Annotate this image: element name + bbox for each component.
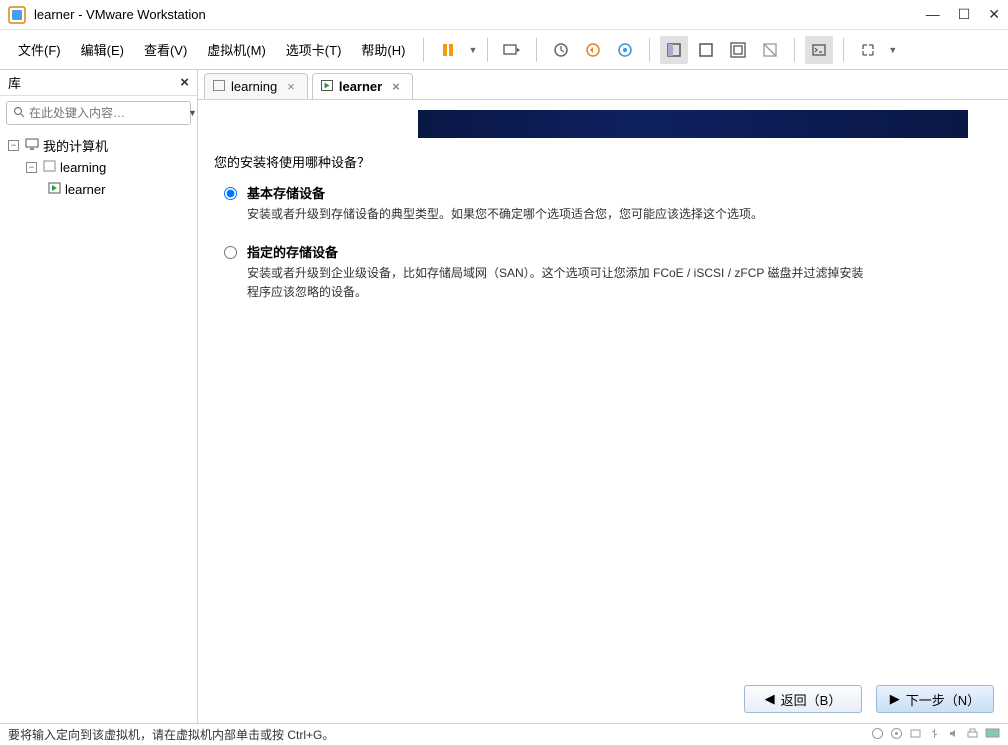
vm-off-icon bbox=[43, 160, 56, 175]
maximize-button[interactable]: ☐ bbox=[958, 6, 971, 23]
close-button[interactable]: ✕ bbox=[988, 6, 1000, 23]
tab-label: learning bbox=[231, 79, 277, 94]
tree-item-learner[interactable]: learner bbox=[4, 178, 193, 200]
menu-file[interactable]: 文件(F) bbox=[10, 36, 69, 63]
menubar: 文件(F) 编辑(E) 查看(V) 虚拟机(M) 选项卡(T) 帮助(H) ▼ bbox=[0, 30, 1008, 70]
printer-icon[interactable] bbox=[966, 727, 979, 743]
search-input[interactable] bbox=[29, 106, 184, 120]
window-controls: — ☐ ✕ bbox=[926, 6, 1000, 23]
view-single-button[interactable] bbox=[660, 36, 688, 64]
tree-collapse-icon[interactable]: − bbox=[26, 162, 37, 173]
stretch-button[interactable] bbox=[854, 36, 882, 64]
cd-icon[interactable] bbox=[890, 727, 903, 743]
separator bbox=[536, 38, 537, 62]
vm-running-icon bbox=[48, 182, 61, 197]
view-unity-button[interactable] bbox=[756, 36, 784, 64]
status-hint: 要将输入定向到该虚拟机，请在虚拟机内部单击或按 Ctrl+G。 bbox=[8, 726, 334, 743]
computer-icon bbox=[25, 138, 39, 153]
menu-vm[interactable]: 虚拟机(M) bbox=[199, 36, 274, 63]
vm-tabs: learning × learner × bbox=[198, 70, 1008, 100]
vm-content[interactable]: 您的安装将使用哪种设备？ 基本存储设备 安装或者升级到存储设备的典型类型。如果您… bbox=[198, 100, 1008, 723]
separator bbox=[487, 38, 488, 62]
search-dropdown[interactable]: ▼ bbox=[188, 108, 197, 118]
statusbar: 要将输入定向到该虚拟机，请在虚拟机内部单击或按 Ctrl+G。 bbox=[0, 723, 1008, 745]
radio-specialized-storage[interactable]: 指定的存储设备 安装或者升级到企业级设备，比如存储局域网（SAN）。这个选项可让… bbox=[224, 242, 968, 302]
tab-close-button[interactable]: × bbox=[392, 79, 400, 94]
menu-edit[interactable]: 编辑(E) bbox=[73, 36, 132, 63]
radio-description: 安装或者升级到企业级设备，比如存储局域网（SAN）。这个选项可让您添加 FCoE… bbox=[247, 264, 867, 302]
radio-label: 指定的存储设备 bbox=[247, 242, 867, 261]
search-box[interactable]: ▼ bbox=[6, 101, 191, 125]
sidebar: 库 × ▼ − 我的计算机 − learning learner bbox=[0, 70, 198, 723]
menu-help[interactable]: 帮助(H) bbox=[353, 36, 413, 63]
sound-icon[interactable] bbox=[947, 727, 960, 743]
next-button[interactable]: ▶ 下一步（N） bbox=[876, 685, 994, 713]
titlebar: learner - VMware Workstation — ☐ ✕ bbox=[0, 0, 1008, 30]
tab-close-button[interactable]: × bbox=[287, 79, 295, 94]
menu-tabs[interactable]: 选项卡(T) bbox=[278, 36, 350, 63]
arrow-left-icon: ◀ bbox=[765, 691, 775, 707]
radio-input-specialized[interactable] bbox=[224, 246, 237, 259]
snapshot-revert-button[interactable] bbox=[579, 36, 607, 64]
tree-collapse-icon[interactable]: − bbox=[8, 140, 19, 151]
display-icon[interactable] bbox=[985, 727, 1000, 743]
pause-button[interactable] bbox=[434, 36, 462, 64]
main-layout: 库 × ▼ − 我的计算机 − learning learner bbox=[0, 70, 1008, 723]
separator bbox=[843, 38, 844, 62]
tree-label: 我的计算机 bbox=[43, 136, 108, 155]
radio-description: 安装或者升级到存储设备的典型类型。如果您不确定哪个选项适合您，您可能应该选择这个… bbox=[247, 205, 763, 224]
vmware-app-icon bbox=[8, 6, 26, 24]
radio-input-basic[interactable] bbox=[224, 187, 237, 200]
snapshot-manager-button[interactable] bbox=[611, 36, 639, 64]
send-keys-button[interactable] bbox=[498, 36, 526, 64]
separator bbox=[649, 38, 650, 62]
view-fullscreen-button[interactable] bbox=[724, 36, 752, 64]
radio-basic-storage[interactable]: 基本存储设备 安装或者升级到存储设备的典型类型。如果您不确定哪个选项适合您，您可… bbox=[224, 183, 968, 224]
snapshot-take-button[interactable] bbox=[547, 36, 575, 64]
network-icon[interactable] bbox=[909, 727, 922, 743]
arrow-right-icon: ▶ bbox=[890, 691, 900, 707]
nav-buttons: ◀ 返回（B） ▶ 下一步（N） bbox=[744, 685, 994, 713]
separator bbox=[423, 38, 424, 62]
installer-banner bbox=[418, 110, 968, 138]
search-icon bbox=[13, 106, 25, 121]
tree-root-my-computer[interactable]: − 我的计算机 bbox=[4, 134, 193, 156]
sidebar-header: 库 × bbox=[0, 70, 197, 96]
button-label: 下一步（N） bbox=[906, 690, 980, 709]
installer-question: 您的安装将使用哪种设备？ bbox=[214, 152, 968, 171]
button-label: 返回（B） bbox=[781, 690, 842, 709]
tab-learning[interactable]: learning × bbox=[204, 73, 308, 99]
window-title: learner - VMware Workstation bbox=[34, 7, 926, 22]
separator bbox=[794, 38, 795, 62]
disk-icon[interactable] bbox=[871, 727, 884, 743]
storage-radio-group: 基本存储设备 安装或者升级到存储设备的典型类型。如果您不确定哪个选项适合您，您可… bbox=[224, 183, 968, 303]
view-console-button[interactable] bbox=[692, 36, 720, 64]
minimize-button[interactable]: — bbox=[926, 6, 940, 23]
console-view-button[interactable] bbox=[805, 36, 833, 64]
installer-area: 您的安装将使用哪种设备？ 基本存储设备 安装或者升级到存储设备的典型类型。如果您… bbox=[208, 152, 968, 303]
sidebar-close-button[interactable]: × bbox=[180, 74, 189, 91]
pause-dropdown[interactable]: ▼ bbox=[468, 45, 477, 55]
tab-learner[interactable]: learner × bbox=[312, 73, 413, 99]
tree-label: learning bbox=[60, 160, 106, 175]
back-button[interactable]: ◀ 返回（B） bbox=[744, 685, 862, 713]
library-tree: − 我的计算机 − learning learner bbox=[0, 130, 197, 204]
tab-label: learner bbox=[339, 79, 382, 94]
vm-running-icon bbox=[321, 79, 333, 94]
status-device-icons bbox=[871, 727, 1000, 743]
stretch-dropdown[interactable]: ▼ bbox=[888, 45, 897, 55]
tree-label: learner bbox=[65, 182, 105, 197]
tree-item-learning[interactable]: − learning bbox=[4, 156, 193, 178]
vm-off-icon bbox=[213, 79, 225, 94]
menu-view[interactable]: 查看(V) bbox=[136, 36, 195, 63]
radio-label: 基本存储设备 bbox=[247, 183, 763, 202]
usb-icon[interactable] bbox=[928, 727, 941, 743]
sidebar-title: 库 bbox=[8, 73, 180, 92]
vm-area: learning × learner × 您的安装将使用哪种设备？ 基本存储设备 bbox=[198, 70, 1008, 723]
